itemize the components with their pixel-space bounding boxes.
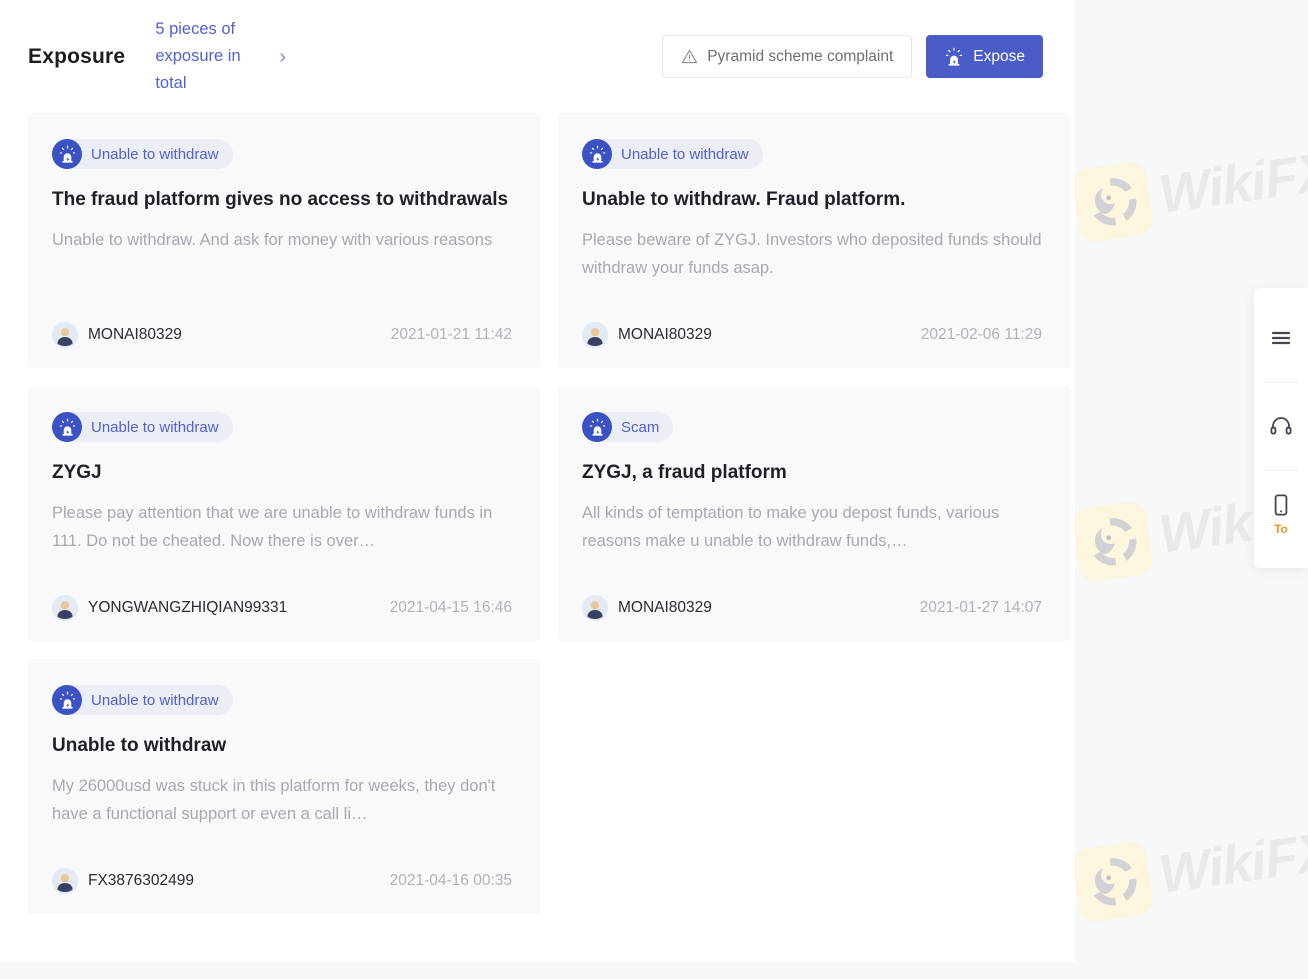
page-title: Exposure (28, 44, 126, 68)
user-avatar-icon (52, 868, 78, 894)
expose-button-label: Expose (973, 47, 1025, 65)
siren-icon (944, 47, 964, 67)
siren-icon (52, 139, 82, 169)
chevron-right-icon: › (279, 45, 286, 68)
exposure-card-date: 2021-04-15 16:46 (389, 599, 512, 616)
exposure-card-user: MONAI80329 (618, 326, 712, 343)
exposure-card-footer: FX3876302499 2021-04-16 00:35 (52, 868, 512, 894)
rail-top-label: To (1274, 521, 1288, 536)
warning-triangle-icon (681, 48, 698, 65)
exposure-card-user: MONAI80329 (88, 326, 182, 343)
exposure-card[interactable]: Unable to withdraw Unable to withdraw. F… (558, 113, 1070, 368)
header-actions: Pyramid scheme complaint Expose (662, 35, 1043, 78)
status-badge-label: Unable to withdraw (621, 145, 749, 163)
siren-icon (582, 412, 612, 442)
exposure-card-title: Unable to withdraw. Fraud platform. (582, 189, 906, 210)
user-avatar-icon (52, 322, 78, 348)
exposure-card-date: 2021-04-16 00:35 (389, 872, 512, 889)
wikifx-eagle-icon (1071, 839, 1155, 924)
siren-icon (582, 139, 612, 169)
status-badge: Scam (582, 412, 674, 442)
siren-icon (52, 412, 82, 442)
rail-item-mobile-app[interactable]: To (1254, 470, 1308, 558)
user-avatar-icon (582, 322, 608, 348)
exposure-total-link[interactable]: 5 pieces of exposure in total › (155, 16, 286, 97)
rail-item-support[interactable] (1254, 382, 1308, 470)
wikifx-eagle-icon (1071, 159, 1155, 244)
status-badge-label: Unable to withdraw (91, 145, 219, 163)
exposure-total-label: 5 pieces of exposure in total (155, 20, 241, 92)
exposure-card-footer: MONAI80329 2021-02-06 11:29 (582, 322, 1042, 348)
exposure-card-description: Please pay attention that we are unable … (52, 504, 493, 550)
exposure-card-date: 2021-01-21 11:42 (390, 326, 512, 343)
user-avatar-icon (52, 595, 78, 621)
exposure-card-description: Unable to withdraw. And ask for money wi… (52, 231, 493, 249)
exposure-panel: Exposure 5 pieces of exposure in total ›… (0, 0, 1075, 962)
exposure-card-date: 2021-02-06 11:29 (920, 326, 1042, 343)
exposure-cards-grid: Unable to withdraw The fraud platform gi… (0, 113, 1075, 914)
exposure-card-title: Unable to withdraw (52, 735, 227, 756)
exposure-card-description: My 26000usd was stuck in this platform f… (52, 777, 496, 823)
exposure-header: Exposure 5 pieces of exposure in total ›… (0, 0, 1075, 113)
exposure-card-description: All kinds of temptation to make you depo… (582, 504, 1000, 550)
pyramid-scheme-complaint-button[interactable]: Pyramid scheme complaint (662, 35, 913, 78)
watermark: WikiFX (1071, 814, 1308, 924)
wikifx-eagle-icon (1071, 499, 1155, 584)
status-badge-label: Scam (621, 418, 660, 436)
exposure-card-description: Please beware of ZYGJ. Investors who dep… (582, 231, 1042, 277)
watermark-text: WikiFX (1155, 821, 1308, 905)
exposure-card[interactable]: Unable to withdraw Unable to withdraw My… (28, 659, 540, 914)
watermark-text: WikiFX (1155, 141, 1308, 225)
headset-icon (1269, 414, 1293, 438)
exposure-card-footer: MONAI80329 2021-01-21 11:42 (52, 322, 512, 348)
rail-item-list[interactable] (1254, 294, 1308, 382)
expose-button[interactable]: Expose (926, 35, 1043, 78)
exposure-card-title: ZYGJ, a fraud platform (582, 462, 787, 483)
list-menu-icon (1269, 326, 1293, 350)
exposure-card[interactable]: Unable to withdraw ZYGJ Please pay atten… (28, 386, 540, 641)
exposure-card[interactable]: Unable to withdraw The fraud platform gi… (28, 113, 540, 368)
exposure-card-date: 2021-01-27 14:07 (919, 599, 1042, 616)
exposure-card-title: ZYGJ (52, 462, 102, 483)
status-badge: Unable to withdraw (52, 685, 233, 715)
mobile-app-icon (1269, 493, 1293, 517)
status-badge: Unable to withdraw (52, 139, 233, 169)
status-badge: Unable to withdraw (582, 139, 763, 169)
floating-side-rail: To (1254, 288, 1308, 568)
status-badge-label: Unable to withdraw (91, 418, 219, 436)
exposure-card-footer: MONAI80329 2021-01-27 14:07 (582, 595, 1042, 621)
exposure-card-user: YONGWANGZHIQIAN99331 (88, 599, 288, 616)
pyramid-scheme-complaint-label: Pyramid scheme complaint (707, 47, 894, 65)
exposure-card-footer: YONGWANGZHIQIAN99331 2021-04-15 16:46 (52, 595, 512, 621)
status-badge: Unable to withdraw (52, 412, 233, 442)
status-badge-label: Unable to withdraw (91, 691, 219, 709)
page-root: WikiFX WikiFX WikiFX Exposure 5 pieces o… (0, 0, 1308, 979)
header-left-group: Exposure 5 pieces of exposure in total › (28, 16, 286, 97)
exposure-card[interactable]: Scam ZYGJ, a fraud platform All kinds of… (558, 386, 1070, 641)
siren-icon (52, 685, 82, 715)
exposure-card-title: The fraud platform gives no access to wi… (52, 189, 509, 210)
user-avatar-icon (582, 595, 608, 621)
exposure-card-user: FX3876302499 (88, 872, 195, 889)
watermark: WikiFX (1071, 134, 1308, 244)
exposure-card-user: MONAI80329 (618, 599, 712, 616)
